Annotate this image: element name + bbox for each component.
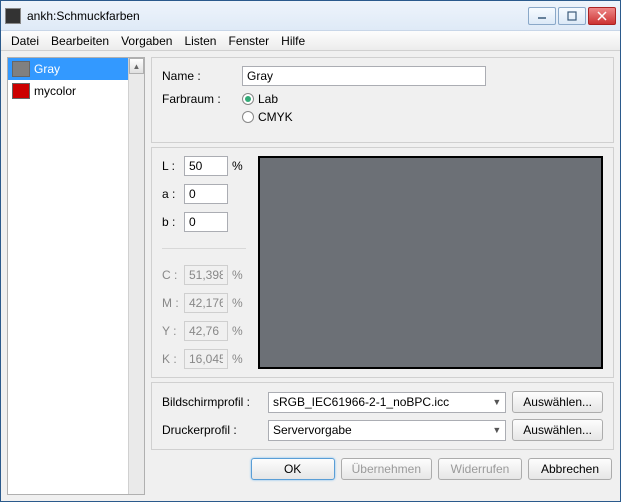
- values-group: L :% a : b : C :% M :% Y :% K: [151, 147, 614, 378]
- scrollbar[interactable]: ▲: [128, 58, 144, 494]
- m-input: [184, 293, 228, 313]
- dialog-window: ankh:Schmuckfarben Datei Bearbeiten Vorg…: [0, 0, 621, 502]
- color-list: Gray mycolor ▲: [7, 57, 145, 495]
- printer-profile-combo[interactable]: Servervorgabe ▼: [268, 420, 506, 441]
- radio-lab[interactable]: Lab: [242, 92, 293, 106]
- l-label: L :: [162, 159, 180, 173]
- color-preview: [258, 156, 603, 369]
- name-input[interactable]: [242, 66, 486, 86]
- menu-bearbeiten[interactable]: Bearbeiten: [45, 32, 115, 50]
- farbraum-label: Farbraum :: [162, 92, 242, 106]
- titlebar[interactable]: ankh:Schmuckfarben: [1, 1, 620, 31]
- printer-profile-value: Servervorgabe: [273, 423, 352, 437]
- ok-button[interactable]: OK: [251, 458, 335, 480]
- screen-profile-choose-button[interactable]: Auswählen...: [512, 391, 603, 413]
- list-item[interactable]: Gray: [8, 58, 128, 80]
- menu-listen[interactable]: Listen: [178, 32, 222, 50]
- screen-profile-value: sRGB_IEC61966-2-1_noBPC.icc: [273, 395, 449, 409]
- list-item-label: Gray: [34, 62, 60, 76]
- l-unit: %: [232, 159, 246, 173]
- list-item-label: mycolor: [34, 84, 76, 98]
- swatch-icon: [12, 61, 30, 77]
- name-label: Name :: [162, 69, 242, 83]
- radio-dot-icon: [242, 111, 254, 123]
- scroll-up-icon[interactable]: ▲: [129, 58, 144, 74]
- a-input[interactable]: [184, 184, 228, 204]
- l-input[interactable]: [184, 156, 228, 176]
- radio-dot-icon: [242, 93, 254, 105]
- dialog-buttons: OK Übernehmen Widerrufen Abbrechen: [151, 454, 614, 480]
- c-label: C :: [162, 268, 180, 282]
- k-input: [184, 349, 228, 369]
- app-icon: [5, 8, 21, 24]
- b-input[interactable]: [184, 212, 228, 232]
- menubar: Datei Bearbeiten Vorgaben Listen Fenster…: [1, 31, 620, 51]
- window-title: ankh:Schmuckfarben: [27, 9, 528, 23]
- y-input: [184, 321, 228, 341]
- radio-cmyk-label: CMYK: [258, 110, 293, 124]
- m-unit: %: [232, 296, 246, 310]
- m-label: M :: [162, 296, 180, 310]
- minimize-button[interactable]: [528, 7, 556, 25]
- screen-profile-label: Bildschirmprofil :: [162, 395, 262, 409]
- menu-hilfe[interactable]: Hilfe: [275, 32, 311, 50]
- y-label: Y :: [162, 324, 180, 338]
- k-label: K :: [162, 352, 180, 366]
- chevron-down-icon: ▼: [492, 425, 501, 435]
- menu-vorgaben[interactable]: Vorgaben: [115, 32, 178, 50]
- revert-button[interactable]: Widerrufen: [438, 458, 522, 480]
- b-label: b :: [162, 215, 180, 229]
- k-unit: %: [232, 352, 246, 366]
- close-button[interactable]: [588, 7, 616, 25]
- printer-profile-label: Druckerprofil :: [162, 423, 262, 437]
- c-input: [184, 265, 228, 285]
- menu-fenster[interactable]: Fenster: [222, 32, 275, 50]
- radio-cmyk[interactable]: CMYK: [242, 110, 293, 124]
- y-unit: %: [232, 324, 246, 338]
- apply-button[interactable]: Übernehmen: [341, 458, 432, 480]
- menu-datei[interactable]: Datei: [5, 32, 45, 50]
- printer-profile-choose-button[interactable]: Auswählen...: [512, 419, 603, 441]
- maximize-button[interactable]: [558, 7, 586, 25]
- list-item[interactable]: mycolor: [8, 80, 128, 102]
- name-group: Name : Farbraum : Lab CMYK: [151, 57, 614, 143]
- profiles-group: Bildschirmprofil : sRGB_IEC61966-2-1_noB…: [151, 382, 614, 450]
- a-label: a :: [162, 187, 180, 201]
- c-unit: %: [232, 268, 246, 282]
- swatch-icon: [12, 83, 30, 99]
- radio-lab-label: Lab: [258, 92, 278, 106]
- screen-profile-combo[interactable]: sRGB_IEC61966-2-1_noBPC.icc ▼: [268, 392, 506, 413]
- chevron-down-icon: ▼: [492, 397, 501, 407]
- cancel-button[interactable]: Abbrechen: [528, 458, 612, 480]
